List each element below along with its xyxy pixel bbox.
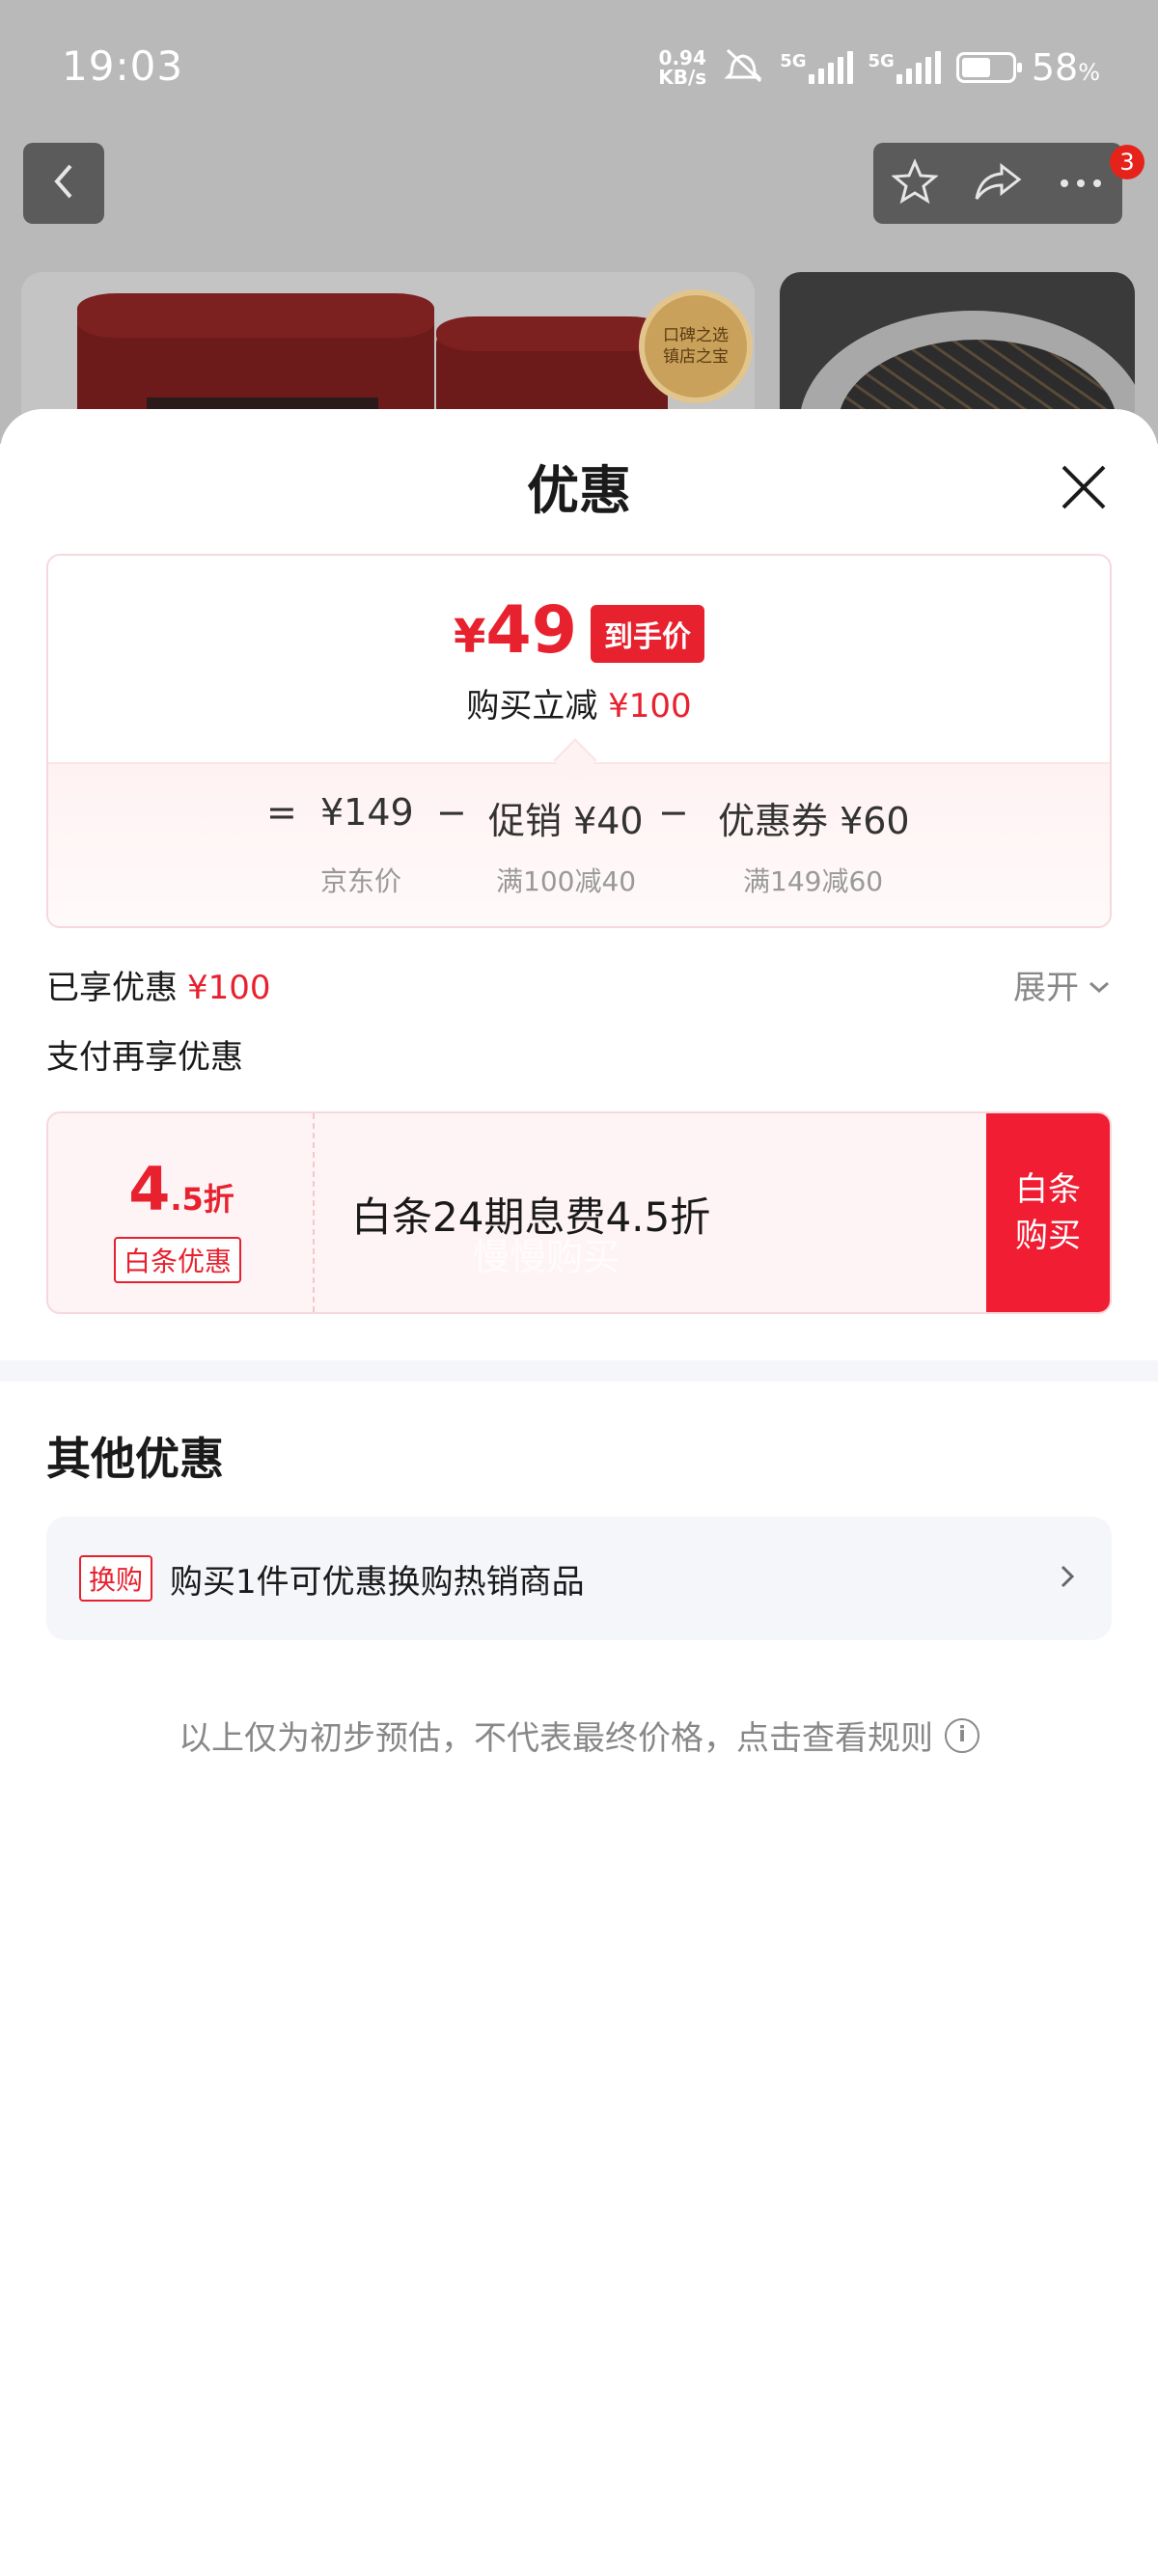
- enjoyed-amount: ¥100: [187, 969, 271, 1007]
- more-button[interactable]: [1047, 150, 1115, 217]
- share-button[interactable]: [964, 150, 1032, 217]
- net-speed-unit: KB/s: [658, 66, 707, 89]
- tea-tin-small-lid: [436, 316, 668, 351]
- background-page: 19:03 0.94 KB/s 5G 5G 58% 3 口碑之选 镇店之宝: [0, 0, 1158, 444]
- baitiao-buy-button[interactable]: 白条 购买: [986, 1113, 1110, 1312]
- battery-icon: [955, 52, 1022, 83]
- coupon-rule: 满149减60: [743, 865, 884, 897]
- disclaimer-text: 以上仅为初步预估，不代表最终价格，点击查看规则: [179, 1719, 933, 1758]
- equals-sign: =: [266, 791, 297, 834]
- favorite-button[interactable]: [881, 150, 949, 217]
- award-badge: 口碑之选 镇店之宝: [639, 289, 753, 403]
- signal-2-label: 5G: [868, 51, 895, 71]
- net-speed: 0.94 KB/s: [658, 48, 706, 87]
- battery-level: [961, 58, 990, 77]
- info-icon: i: [945, 1717, 979, 1753]
- share-icon: [973, 160, 1023, 206]
- close-icon: [1050, 465, 1117, 525]
- jd-price-label: 京东价: [320, 865, 402, 897]
- battery-percent: 58%: [1032, 46, 1100, 89]
- price-calc-area: = ¥149 京东价 − 促销 ¥40 满100减40 − 优惠券 ¥60 满1…: [48, 762, 1110, 926]
- minus-sign-1: −: [436, 791, 467, 834]
- status-bar: 19:03 0.94 KB/s 5G 5G 58%: [0, 0, 1158, 135]
- final-price-tag: 到手价: [591, 605, 705, 663]
- signal-1-label: 5G: [780, 51, 807, 71]
- buy-button-line-2: 购买: [1015, 1217, 1081, 1255]
- final-price-row: ¥49 到手价: [48, 598, 1110, 670]
- final-price-value: 49: [485, 592, 578, 669]
- disclaimer-link[interactable]: 以上仅为初步预估，不代表最终价格，点击查看规则 i: [0, 1712, 1158, 1759]
- swap-offer-row[interactable]: 换购 购买1件可优惠换购热销商品: [46, 1517, 1112, 1640]
- expand-button[interactable]: 展开: [1013, 961, 1112, 1008]
- instant-reduce-row: 购买立减 ¥100: [48, 679, 1110, 726]
- buy-button-line-1: 白条: [1015, 1170, 1081, 1209]
- section-divider: [0, 1360, 1158, 1382]
- other-offers-title: 其他优惠: [46, 1433, 224, 1485]
- swap-tag: 换购: [79, 1555, 153, 1602]
- watermark-text: 慢慢购买: [473, 1236, 620, 1278]
- instant-reduce-amount: ¥100: [608, 687, 692, 726]
- signal-bars-icon: [896, 51, 941, 84]
- back-arrow-icon: [49, 160, 78, 206]
- status-time: 19:03: [62, 42, 184, 90]
- jd-price: ¥149: [320, 791, 414, 834]
- notification-badge: 3: [1110, 145, 1144, 179]
- coupon-amount: 优惠券 ¥60: [718, 800, 910, 842]
- signal-bars-icon: [808, 51, 853, 84]
- status-icons: 0.94 KB/s 5G 5G 58%: [658, 46, 1100, 89]
- star-icon: [891, 158, 939, 208]
- tea-tin-lid: [77, 293, 434, 338]
- signal-1: 5G: [780, 51, 853, 84]
- discount-integer: 4: [128, 1154, 171, 1224]
- signal-2: 5G: [868, 51, 941, 84]
- price-breakdown-card: ¥49 到手价 购买立减 ¥100 = ¥149 京东价 − 促销 ¥40 满1…: [46, 554, 1112, 928]
- enjoyed-discount: 已享优惠 ¥100: [46, 961, 271, 1008]
- enjoyed-label: 已享优惠: [46, 969, 178, 1007]
- currency-symbol: ¥: [453, 610, 486, 664]
- instant-reduce-label: 购买立减: [466, 687, 598, 726]
- baitiao-offer-card[interactable]: 4.5折 白条优惠 白条24期息费4.5折 慢慢购买 白条 购买: [46, 1111, 1112, 1314]
- back-button[interactable]: [23, 143, 104, 224]
- sheet-title: 优惠: [527, 460, 631, 521]
- minus-sign-2: −: [658, 791, 689, 834]
- award-line-2: 镇店之宝: [663, 347, 729, 367]
- swap-text: 购买1件可优惠换购热销商品: [170, 1562, 585, 1602]
- baitiao-tag: 白条优惠: [114, 1237, 242, 1283]
- battery-percent-sign: %: [1078, 59, 1100, 86]
- promo-rule: 满100减40: [496, 865, 637, 897]
- more-icon: [1059, 175, 1103, 193]
- expand-label: 展开: [1013, 969, 1079, 1007]
- chevron-right-icon: [1058, 1557, 1077, 1600]
- close-button[interactable]: [1050, 453, 1117, 521]
- discount-sheet: 优惠 ¥49 到手价 购买立减 ¥100 = ¥149 京东价 − 促销 ¥40…: [0, 409, 1158, 2576]
- mute-icon: [722, 46, 764, 89]
- baitiao-discount-value: 4.5折: [48, 1154, 315, 1224]
- baitiao-discount-block: 4.5折 白条优惠: [48, 1113, 315, 1312]
- nav-action-group: [873, 143, 1122, 224]
- chevron-down-icon: [1087, 966, 1112, 1004]
- pay-discount-title: 支付再享优惠: [46, 1038, 243, 1077]
- award-line-1: 口碑之选: [663, 326, 729, 345]
- promo-amount: 促销 ¥40: [488, 800, 644, 842]
- battery-percent-value: 58: [1031, 46, 1079, 89]
- final-price: ¥49: [454, 598, 577, 670]
- discount-decimal: .5折: [170, 1181, 234, 1218]
- net-speed-value: 0.94: [658, 46, 706, 69]
